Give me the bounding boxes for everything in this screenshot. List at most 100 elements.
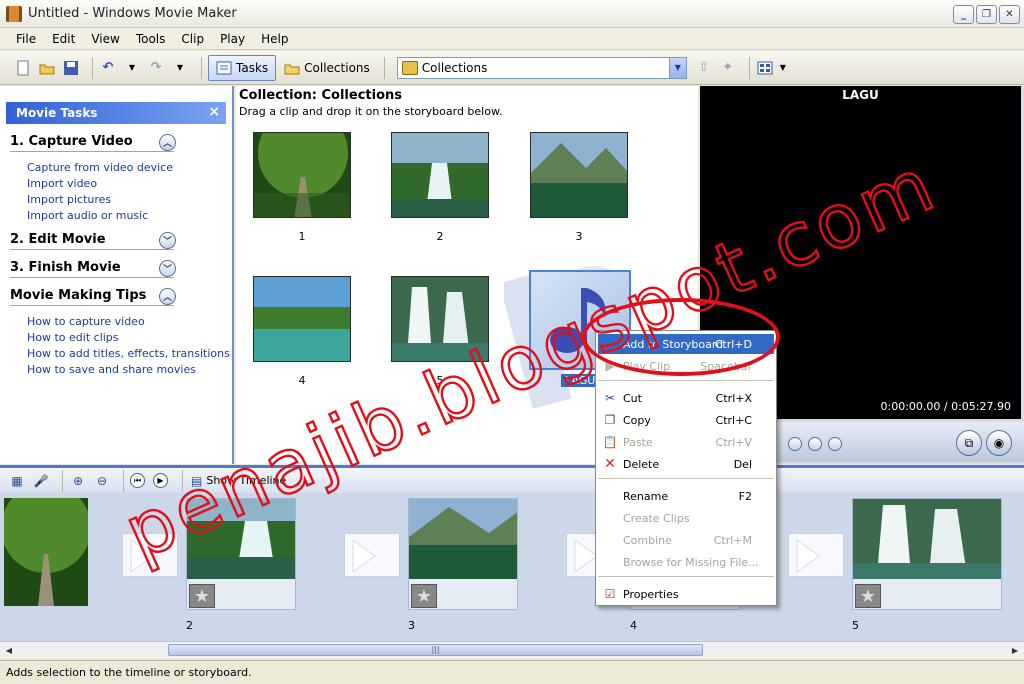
new-collection-icon[interactable]: ✦ — [719, 59, 737, 77]
link-how-to-edit[interactable]: How to edit clips — [27, 330, 232, 346]
save-icon[interactable] — [62, 59, 80, 77]
menu-item-combine[interactable]: Combine Ctrl+M — [598, 530, 774, 550]
previous-frame-button[interactable] — [828, 437, 842, 451]
storyboard-frame[interactable]: ★ — [186, 498, 296, 610]
menu-tools[interactable]: Tools — [136, 32, 166, 46]
section-movie-making-tips[interactable]: Movie Making Tips ︿ — [10, 288, 176, 306]
clip-thumbnail[interactable] — [391, 132, 489, 218]
undo-dropdown-icon[interactable]: ▼ — [123, 59, 141, 77]
link-how-to-add-titles[interactable]: How to add titles, effects, transitions — [27, 346, 232, 362]
star-effect-icon[interactable]: ★ — [411, 584, 437, 608]
undo-icon[interactable]: ↶ — [99, 59, 117, 77]
movie-tasks-title: Movie Tasks — [16, 106, 98, 120]
clip-thumbnail[interactable] — [253, 132, 351, 218]
star-effect-icon[interactable]: ★ — [855, 584, 881, 608]
new-project-icon[interactable] — [14, 59, 32, 77]
expand-down-icon[interactable]: ﹀ — [159, 232, 176, 249]
show-timeline-button[interactable]: ▤ Show Timeline — [191, 474, 286, 488]
up-level-icon[interactable]: ⇧ — [695, 59, 713, 77]
clip-thumbnail[interactable] — [530, 132, 628, 218]
menu-item-label: Play Clip — [623, 359, 671, 373]
camera-snapshot-icon[interactable]: ◉ — [986, 430, 1012, 456]
collapse-up-icon[interactable]: ︿ — [159, 288, 176, 305]
menu-item-rename[interactable]: Rename F2 — [598, 486, 774, 506]
menu-item-create-clips[interactable]: Create Clips — [598, 508, 774, 528]
transition-slot[interactable] — [122, 533, 178, 577]
menu-help[interactable]: Help — [261, 32, 288, 46]
maximize-button[interactable]: ❐ — [976, 5, 997, 24]
section-finish-movie[interactable]: 3. Finish Movie ﹀ — [10, 260, 176, 278]
link-how-to-capture[interactable]: How to capture video — [27, 314, 232, 330]
tasks-button[interactable]: Tasks — [208, 54, 277, 81]
timeline-options-icon[interactable]: ▦ — [8, 472, 26, 490]
expand-down-icon[interactable]: ﹀ — [159, 260, 176, 277]
menu-file[interactable]: File — [16, 32, 36, 46]
collections-folder-icon — [284, 64, 300, 74]
redo-dropdown-icon[interactable]: ▼ — [171, 59, 189, 77]
link-how-to-save[interactable]: How to save and share movies — [27, 362, 232, 378]
timeline-icon: ▤ — [191, 473, 203, 488]
copy-icon: ❐ — [604, 413, 616, 427]
link-import-video[interactable]: Import video — [27, 176, 232, 192]
section-capture-video[interactable]: 1. Capture Video ︿ — [10, 134, 176, 152]
link-import-audio[interactable]: Import audio or music — [27, 208, 232, 224]
clip-thumbnail[interactable] — [391, 276, 489, 362]
scroll-left-icon[interactable]: ◀ — [2, 644, 16, 656]
scrollbar-thumb[interactable]: ||| — [168, 644, 703, 656]
menu-edit[interactable]: Edit — [52, 32, 75, 46]
close-icon[interactable]: × — [208, 104, 220, 120]
collections-button[interactable]: Collections — [276, 55, 378, 81]
storyboard-frame[interactable]: ★ — [852, 498, 1002, 610]
close-button[interactable]: ✕ — [999, 5, 1020, 24]
redo-icon[interactable]: ↷ — [147, 59, 165, 77]
menu-item-add-to-storyboard[interactable]: Add to Storyboard Ctrl+D — [598, 334, 774, 354]
collapse-up-icon[interactable]: ︿ — [159, 134, 176, 151]
show-timeline-label: Show Timeline — [206, 474, 287, 487]
menu-item-shortcut: Del — [733, 457, 752, 471]
play-storyboard-icon[interactable]: ▶ — [153, 473, 168, 488]
tasks-label: Tasks — [236, 60, 269, 75]
clip-label: 5 — [436, 374, 444, 387]
storyboard-frame[interactable]: ★ — [408, 498, 518, 610]
zoom-out-icon[interactable]: ⊖ — [93, 472, 111, 490]
menu-play[interactable]: Play — [220, 32, 245, 46]
rewind-icon[interactable]: ⏮ — [130, 473, 145, 488]
section-title: 3. Finish Movie — [10, 260, 121, 275]
chevron-down-icon[interactable]: ▼ — [668, 57, 686, 78]
status-text: Adds selection to the timeline or storyb… — [6, 666, 252, 679]
menu-view[interactable]: View — [91, 32, 119, 46]
minimize-button[interactable]: _ — [953, 5, 974, 24]
menu-item-shortcut: Ctrl+C — [715, 413, 752, 427]
menu-item-play-clip[interactable]: ▶ Play Clip Spacebar — [598, 356, 774, 376]
transition-slot[interactable] — [344, 533, 400, 577]
open-folder-icon[interactable] — [38, 59, 56, 77]
menu-item-browse-missing-file[interactable]: Browse for Missing File... — [598, 552, 774, 572]
views-dropdown-icon[interactable]: ▼ — [774, 59, 792, 77]
link-import-pictures[interactable]: Import pictures — [27, 192, 232, 208]
section-edit-movie[interactable]: 2. Edit Movie ﹀ — [10, 232, 176, 250]
storyboard-scrollbar[interactable]: ◀ ||| ▶ — [0, 641, 1024, 658]
menu-item-label: Copy — [623, 413, 651, 427]
menu-clip[interactable]: Clip — [181, 32, 204, 46]
play-button[interactable] — [788, 437, 802, 451]
scroll-right-icon[interactable]: ▶ — [1008, 644, 1022, 656]
menu-item-cut[interactable]: ✂ Cut Ctrl+X — [598, 388, 774, 408]
views-icon[interactable] — [756, 59, 774, 77]
menu-item-label: Properties — [623, 587, 679, 601]
menu-separator — [598, 478, 774, 479]
film-icon — [6, 5, 22, 22]
menu-item-paste[interactable]: 📋 Paste Ctrl+V — [598, 432, 774, 452]
collections-dropdown[interactable]: Collections ▼ — [396, 56, 687, 79]
zoom-in-icon[interactable]: ⊕ — [69, 472, 87, 490]
link-capture-from-device[interactable]: Capture from video device — [27, 160, 232, 176]
menu-item-properties[interactable]: ☑ Properties — [598, 584, 774, 604]
storyboard-frame[interactable] — [1, 493, 114, 610]
star-effect-icon[interactable]: ★ — [189, 584, 215, 608]
split-clip-icon[interactable]: ⧉ — [956, 430, 982, 456]
clip-thumbnail[interactable] — [253, 276, 351, 362]
stop-button[interactable] — [808, 437, 822, 451]
microphone-icon[interactable]: 🎤 — [32, 472, 50, 490]
transition-slot[interactable] — [788, 533, 844, 577]
menu-item-copy[interactable]: ❐ Copy Ctrl+C — [598, 410, 774, 430]
menu-item-delete[interactable]: ✕ Delete Del — [598, 454, 774, 474]
